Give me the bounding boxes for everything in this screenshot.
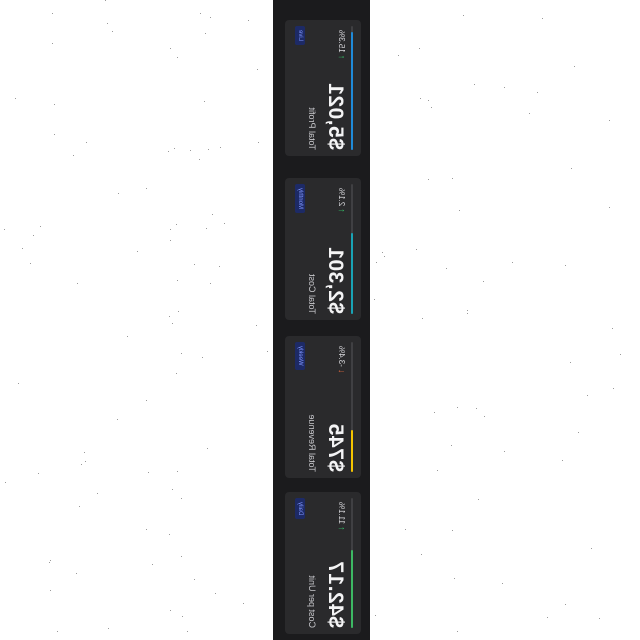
- progress-fill: [351, 32, 353, 150]
- arrow-up-icon: ↑: [337, 54, 347, 60]
- card-total-profit[interactable]: $5,021 Total Profit ↑15.3% Live: [285, 20, 361, 156]
- change-indicator: ↑15.3%: [337, 30, 347, 59]
- card-label: Total Revenue: [307, 414, 317, 472]
- change-indicator: ↓-3.4%: [337, 346, 347, 373]
- card-total-revenue[interactable]: $745 Total Revenue ↓-3.4% Weekly: [285, 336, 361, 478]
- change-indicator: ↑11.1%: [337, 502, 347, 531]
- arrow-up-icon: ↑: [337, 208, 347, 213]
- progress-track: [351, 26, 353, 150]
- progress-track: [351, 184, 353, 314]
- change-value: 2.1%: [337, 188, 346, 207]
- progress-track: [351, 498, 353, 628]
- change-value: -3.4%: [337, 346, 346, 367]
- change-value: 11.1%: [337, 502, 346, 525]
- card-total-cost[interactable]: $2,301 Total Cost ↑2.1% Monthly: [285, 178, 361, 320]
- progress-fill: [351, 233, 353, 314]
- change-indicator: ↑2.1%: [337, 188, 347, 213]
- progress-fill: [351, 430, 353, 472]
- period-badge[interactable]: Live: [295, 26, 305, 46]
- arrow-down-icon: ↓: [337, 368, 347, 374]
- progress-track: [351, 342, 353, 472]
- card-label: Total Cost: [307, 273, 317, 314]
- period-badge[interactable]: Monthly: [295, 184, 305, 214]
- period-badge[interactable]: Weekly: [295, 342, 305, 370]
- period-badge[interactable]: Daily: [295, 498, 305, 520]
- card-value: $42.17: [324, 560, 347, 628]
- card-cost-per-unit[interactable]: $42.17 Cost per Unit ↑11.1% Daily: [285, 492, 361, 634]
- card-label: Total Profit: [307, 107, 317, 150]
- card-value: $5,021: [324, 82, 347, 150]
- arrow-up-icon: ↑: [337, 526, 347, 531]
- card-value: $745: [324, 423, 347, 472]
- progress-fill: [351, 550, 353, 628]
- change-value: 15.3%: [337, 30, 346, 53]
- card-value: $2,301: [324, 246, 347, 314]
- card-label: Cost per Unit: [307, 575, 317, 628]
